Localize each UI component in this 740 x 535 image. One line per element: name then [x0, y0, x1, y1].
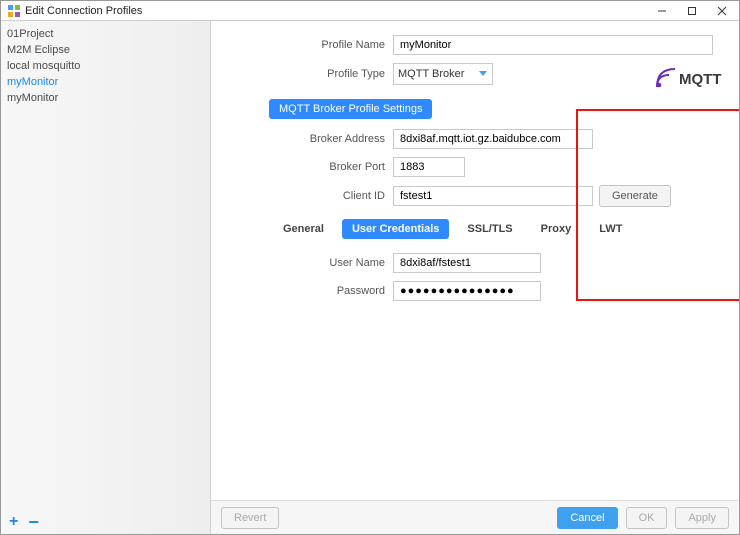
section-title: MQTT Broker Profile Settings [269, 99, 432, 119]
username-label: User Name [223, 257, 393, 269]
ok-button[interactable]: OK [626, 507, 668, 529]
broker-address-input[interactable] [393, 129, 593, 149]
tab-general[interactable]: General [273, 219, 334, 239]
minimize-button[interactable] [647, 1, 677, 21]
sidebar: 01Project M2M Eclipse local mosquitto my… [1, 21, 211, 534]
tab-lwt[interactable]: LWT [589, 219, 632, 239]
remove-profile-button[interactable]: − [28, 518, 39, 526]
profile-item[interactable]: M2M Eclipse [1, 41, 210, 57]
tab-ssl-tls[interactable]: SSL/TLS [457, 219, 522, 239]
window-controls [647, 1, 737, 21]
broker-address-label: Broker Address [223, 133, 393, 145]
broker-port-label: Broker Port [223, 161, 393, 173]
mqtt-logo: MQTT [655, 67, 727, 92]
profile-name-label: Profile Name [223, 39, 393, 51]
app-icon [7, 4, 21, 18]
window-title: Edit Connection Profiles [25, 5, 647, 17]
profile-type-label: Profile Type [223, 68, 393, 80]
profile-list: 01Project M2M Eclipse local mosquitto my… [1, 21, 210, 510]
cancel-button[interactable]: Cancel [557, 507, 617, 529]
body: 01Project M2M Eclipse local mosquitto my… [1, 21, 739, 534]
profile-item[interactable]: 01Project [1, 25, 210, 41]
svg-text:MQTT: MQTT [679, 71, 722, 88]
username-input[interactable] [393, 253, 541, 273]
client-id-input[interactable] [393, 186, 593, 206]
content: Profile Name Profile Type MQTT Broker [211, 21, 739, 500]
password-input[interactable] [393, 281, 541, 301]
client-id-label: Client ID [223, 190, 393, 202]
password-label: Password [223, 285, 393, 297]
profile-type-select[interactable]: MQTT Broker [393, 63, 493, 85]
tabs: General User Credentials SSL/TLS Proxy L… [273, 219, 727, 239]
apply-button[interactable]: Apply [675, 507, 729, 529]
broker-port-input[interactable] [393, 157, 465, 177]
profile-item[interactable]: local mosquitto [1, 57, 210, 73]
generate-button[interactable]: Generate [599, 185, 671, 207]
revert-button[interactable]: Revert [221, 507, 279, 529]
window: Edit Connection Profiles 01Project M2M E… [0, 0, 740, 535]
main: Profile Name Profile Type MQTT Broker [211, 21, 739, 534]
close-button[interactable] [707, 1, 737, 21]
sidebar-toolbar: + − [1, 510, 210, 534]
profile-item[interactable]: myMonitor [1, 89, 210, 105]
footer: Revert Cancel OK Apply [211, 500, 739, 534]
profile-type-select-wrap: MQTT Broker [393, 63, 493, 85]
profile-item[interactable]: myMonitor [1, 73, 210, 89]
profile-name-input[interactable] [393, 35, 713, 55]
titlebar: Edit Connection Profiles [1, 1, 739, 21]
maximize-button[interactable] [677, 1, 707, 21]
tab-proxy[interactable]: Proxy [531, 219, 582, 239]
tab-user-credentials[interactable]: User Credentials [342, 219, 449, 239]
add-profile-button[interactable]: + [9, 513, 18, 531]
